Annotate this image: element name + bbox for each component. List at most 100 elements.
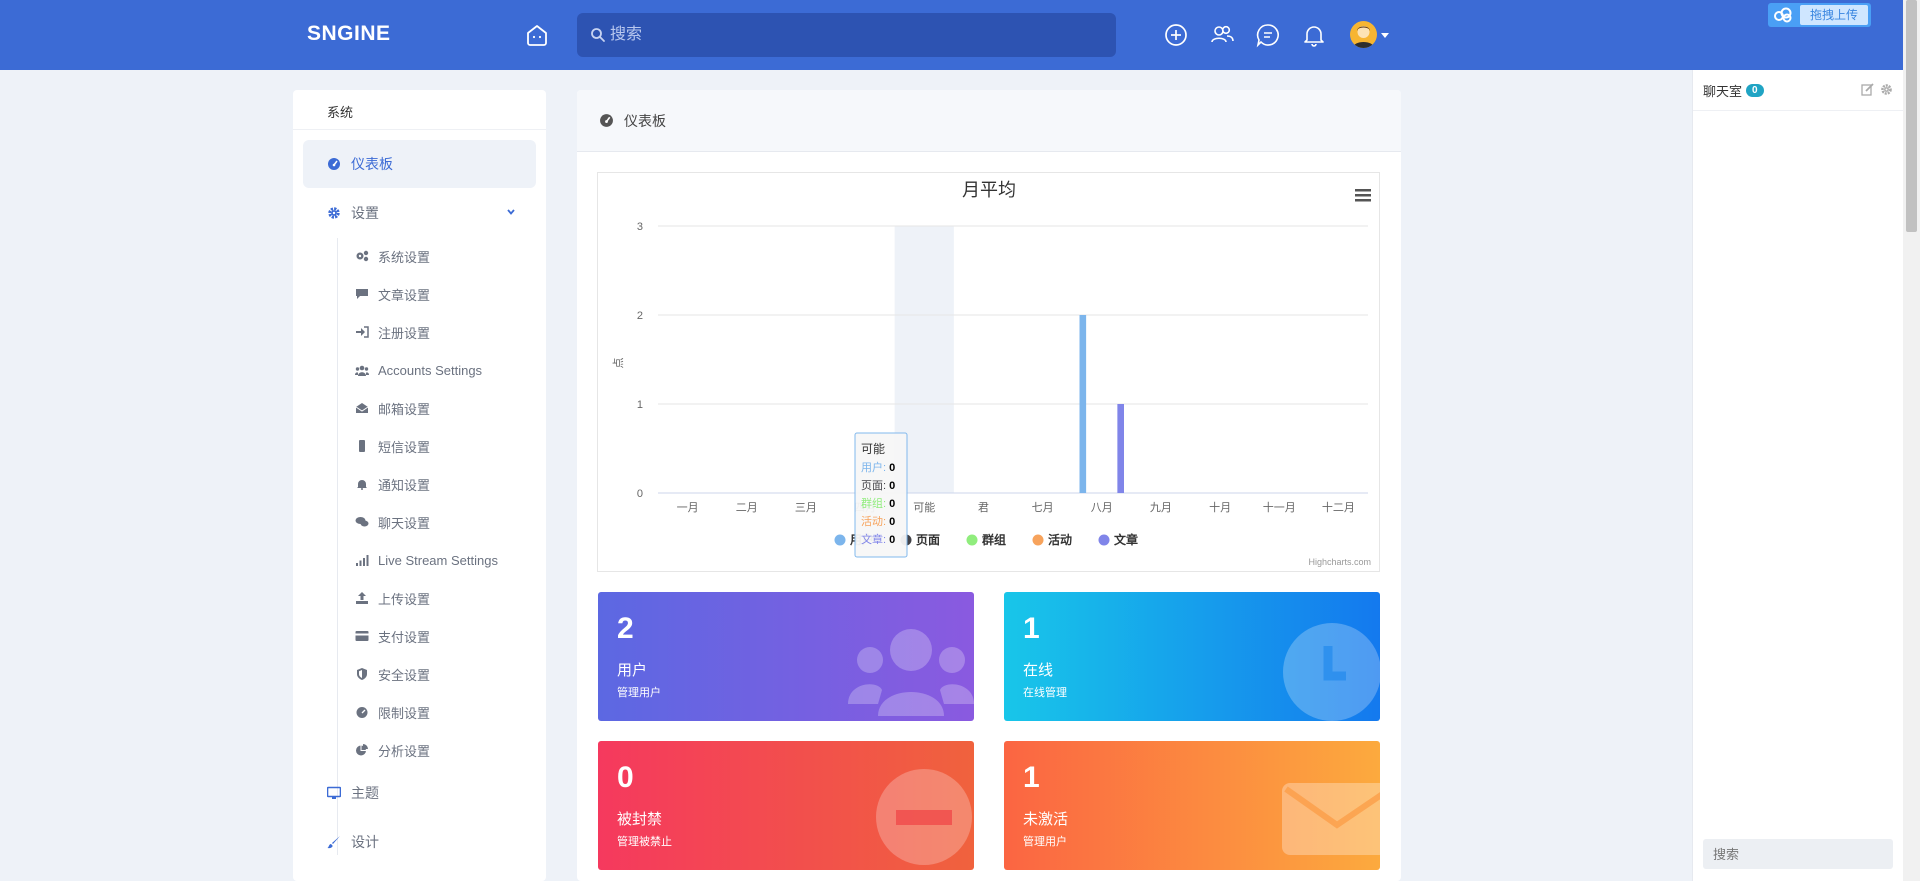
sidebar-subitem-accounts[interactable]: Accounts Settings <box>355 361 482 379</box>
sidebar-subitem-sms[interactable]: 短信设置 <box>355 437 430 455</box>
stat-card-online[interactable]: 1 在线 在线管理 <box>1004 592 1380 721</box>
upload-button[interactable]: 拖拽上传 <box>1800 5 1868 25</box>
stat-link[interactable]: 管理用户 <box>1023 833 1067 849</box>
messages-icon[interactable] <box>1255 22 1281 48</box>
logo[interactable]: SNGINE <box>307 22 391 46</box>
search-input[interactable] <box>610 19 1090 51</box>
tooltip-series-name: 群组: <box>861 496 889 510</box>
tooltip-series-name: 页面: <box>861 480 889 492</box>
page-title: 仪表板 <box>624 112 666 129</box>
legend-marker <box>834 534 846 546</box>
chat-search-input[interactable] <box>1703 839 1893 869</box>
sidebar-item-settings[interactable]: 设置 <box>327 203 379 223</box>
sidebar-subitem-label: 聊天设置 <box>378 515 431 531</box>
stat-link[interactable]: 在线管理 <box>1023 684 1067 700</box>
sidebar-subitem-label: 上传设置 <box>378 591 431 607</box>
monthly-average-chart: 月平均0123点一月二月三月四月可能君七月八月九月十月十一月十二月用户页面群组活… <box>597 172 1380 572</box>
envelope-icon <box>1282 783 1380 855</box>
sidebar-item-label: 仪表板 <box>351 156 393 172</box>
sidebar-subitem-registration[interactable]: 注册设置 <box>355 323 430 341</box>
shield-icon <box>357 668 367 680</box>
scrollbar-thumb[interactable] <box>1906 0 1917 232</box>
x-tick-label: 八月 <box>1091 502 1113 514</box>
chat-count-badge: 0 <box>1746 83 1764 97</box>
sidebar-item-design[interactable]: 设计 <box>327 832 379 852</box>
sidebar-subitem-payment[interactable]: 支付设置 <box>355 627 430 645</box>
menu-icon <box>1355 194 1371 197</box>
cloud-icon <box>1774 7 1792 23</box>
search-bar[interactable] <box>577 13 1116 57</box>
page-header: 仪表板 <box>577 90 1401 152</box>
tooltip-series-name: 用户: <box>861 460 889 474</box>
stat-number: 0 <box>617 761 634 794</box>
users-icon <box>355 365 369 376</box>
search-icon <box>591 28 605 42</box>
x-tick-label: 可能 <box>913 500 935 514</box>
credit-card-icon <box>355 631 369 641</box>
stat-link[interactable]: 管理用户 <box>617 684 661 700</box>
gears-icon <box>356 250 369 262</box>
sidebar-subitem-upload[interactable]: 上传设置 <box>355 589 430 607</box>
sidebar-section-title: 系统 <box>293 90 546 130</box>
home-icon[interactable] <box>524 22 550 48</box>
mobile-icon <box>359 440 365 452</box>
legend-label: 活动 <box>1048 532 1072 547</box>
user-avatar[interactable] <box>1350 21 1377 48</box>
sidebar-item-themes[interactable]: 主题 <box>327 783 379 803</box>
stat-card-users[interactable]: 2 用户 管理用户 <box>598 592 974 721</box>
sidebar-subitem-notifications[interactable]: 通知设置 <box>355 475 430 493</box>
sidebar-subitem-analytics[interactable]: 分析设置 <box>355 741 430 759</box>
pie-chart-icon <box>356 744 368 756</box>
legend-label: 文章 <box>1114 532 1138 547</box>
legend-marker <box>1032 534 1044 546</box>
tooltip-row: 群组: 0 <box>861 496 895 510</box>
gear-icon <box>328 207 340 219</box>
tooltip-row: 文章: 0 <box>861 532 895 546</box>
sign-in-icon <box>356 326 369 338</box>
friends-icon[interactable] <box>1209 22 1235 48</box>
sidebar-subitem-posts[interactable]: 文章设置 <box>355 285 430 303</box>
stat-label: 用户 <box>617 662 648 679</box>
sidebar-subitem-live-stream[interactable]: Live Stream Settings <box>355 551 498 569</box>
bell-icon[interactable] <box>1301 22 1327 48</box>
tooltip-value: 0 <box>889 480 895 492</box>
x-tick-label: 九月 <box>1150 501 1172 514</box>
stat-number: 1 <box>1023 612 1040 645</box>
top-navbar: SNGINE <box>0 0 1903 70</box>
tooltip-value: 0 <box>889 462 895 474</box>
chart-credits: Highcharts.com <box>1308 557 1371 567</box>
user-menu-caret-icon[interactable] <box>1381 33 1389 38</box>
dashboard-icon <box>328 158 340 170</box>
chart-title: 月平均 <box>962 180 1016 200</box>
tooltip-value: 0 <box>889 498 895 510</box>
sidebar-subitem-label: 邮箱设置 <box>378 401 431 417</box>
sidebar-subitem-system[interactable]: 系统设置 <box>355 247 430 265</box>
avatar-icon <box>1353 26 1374 48</box>
chevron-down-icon[interactable] <box>506 207 516 217</box>
sidebar-subitem-security[interactable]: 安全设置 <box>355 665 430 683</box>
sidebar-subitem-label: 系统设置 <box>378 249 431 265</box>
edit-icon[interactable] <box>1861 83 1874 96</box>
stat-card-inactive[interactable]: 1 未激活 管理用户 <box>1004 741 1380 870</box>
sidebar-item-label: 设置 <box>351 205 379 221</box>
dashboard-icon <box>600 114 613 127</box>
sidebar-item-dashboard[interactable]: 仪表板 <box>327 154 393 174</box>
sidebar-subitem-email[interactable]: 邮箱设置 <box>355 399 430 417</box>
x-tick-label: 二月 <box>736 502 758 514</box>
sidebar-subitem-limits[interactable]: 限制设置 <box>355 703 430 721</box>
minus-circle-icon <box>876 769 972 865</box>
upload-widget[interactable]: 拖拽上传 <box>1768 3 1871 27</box>
sidebar-subitem-chat[interactable]: 聊天设置 <box>355 513 430 531</box>
add-icon[interactable] <box>1163 22 1189 48</box>
sidebar-subitem-label: 限制设置 <box>378 705 431 721</box>
sidebar-subitem-label: 文章设置 <box>378 287 431 303</box>
stat-card-banned[interactable]: 0 被封禁 管理被禁止 <box>598 741 974 870</box>
x-tick-label: 三月 <box>795 502 817 514</box>
comments-icon <box>355 517 369 527</box>
signal-icon <box>356 555 369 566</box>
legend-marker <box>1098 534 1110 546</box>
gear-icon[interactable] <box>1880 83 1893 96</box>
page-scrollbar[interactable] <box>1903 0 1920 881</box>
speedometer-icon <box>356 707 368 718</box>
stat-link[interactable]: 管理被禁止 <box>617 833 672 849</box>
